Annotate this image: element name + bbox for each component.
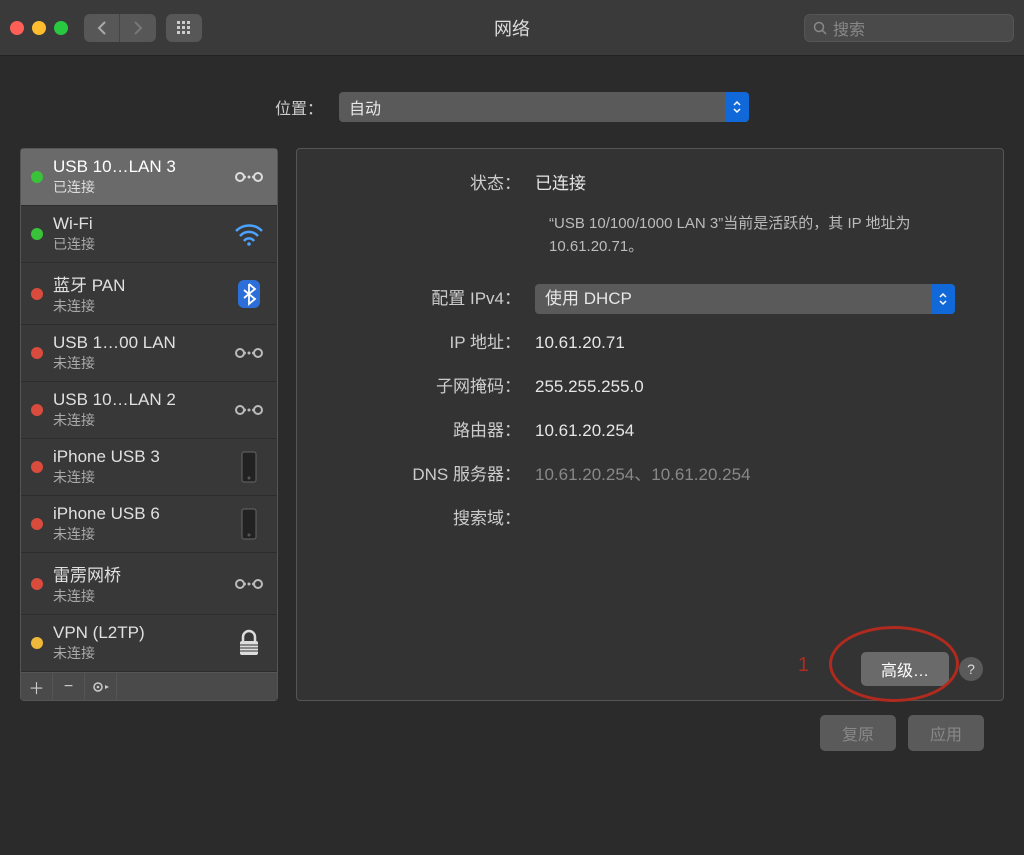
wifi-icon [231, 222, 267, 246]
interface-name: Wi-Fi [53, 214, 221, 234]
gear-icon [92, 681, 110, 693]
search-icon [813, 21, 827, 35]
interface-name: USB 10…LAN 3 [53, 157, 221, 177]
status-dot-icon [31, 578, 43, 590]
fullscreen-window-button[interactable] [54, 21, 68, 35]
bluetooth-icon [231, 278, 267, 310]
interface-name: USB 10…LAN 2 [53, 390, 221, 410]
phone-icon [231, 508, 267, 540]
location-row: 位置： 自动 [20, 92, 1004, 122]
interface-status: 未连接 [53, 524, 221, 544]
interface-item[interactable]: 雷雳网桥 未连接 [21, 553, 277, 615]
interface-item[interactable]: VPN (L2TP) 未连接 [21, 615, 277, 672]
searchdomain-label: 搜索域： [317, 504, 535, 534]
location-label: 位置： [275, 95, 323, 119]
titlebar: 网络 搜索 [0, 0, 1024, 56]
sidebar-toolbar: ＋ − [21, 672, 277, 700]
status-dot-icon [31, 461, 43, 473]
status-dot-icon [31, 347, 43, 359]
ethernet-icon [231, 342, 267, 364]
interface-item[interactable]: USB 10…LAN 2 未连接 [21, 382, 277, 439]
interface-status: 未连接 [53, 410, 221, 430]
window-title: 网络 [494, 15, 530, 41]
interface-status: 已连接 [53, 177, 221, 197]
subnet-value: 255.255.255.0 [535, 372, 983, 402]
ip-label: IP 地址： [317, 328, 535, 358]
status-dot-icon [31, 228, 43, 240]
router-value: 10.61.20.254 [535, 416, 983, 446]
status-dot-icon [31, 288, 43, 300]
interface-status: 未连接 [53, 586, 221, 606]
interface-name: VPN (L2TP) [53, 623, 221, 643]
status-value: 已连接 [535, 169, 983, 199]
interface-item[interactable]: iPhone USB 6 未连接 [21, 496, 277, 553]
back-button[interactable] [84, 14, 120, 42]
remove-interface-button[interactable]: − [53, 673, 85, 700]
interface-name: iPhone USB 6 [53, 504, 221, 524]
actions-menu-button[interactable] [85, 673, 117, 700]
status-description: “USB 10/100/1000 LAN 3”当前是活跃的，其 IP 地址为 1… [549, 213, 983, 258]
status-dot-icon [31, 637, 43, 649]
search-placeholder: 搜索 [833, 16, 865, 40]
minimize-window-button[interactable] [32, 21, 46, 35]
apply-button[interactable]: 应用 [908, 715, 984, 751]
traffic-lights [10, 21, 68, 35]
interface-item[interactable]: USB 10…LAN 3 已连接 [21, 149, 277, 206]
subnet-label: 子网掩码： [317, 372, 535, 402]
bottom-buttons: 复原 应用 [20, 701, 1004, 751]
ethernet-icon [231, 399, 267, 421]
dns-label: DNS 服务器： [317, 460, 535, 490]
interface-item[interactable]: USB 1…00 LAN 未连接 [21, 325, 277, 382]
interface-name: USB 1…00 LAN [53, 333, 221, 353]
help-button[interactable]: ? [959, 657, 983, 681]
location-value: 自动 [349, 95, 381, 119]
dropdown-arrows-icon [931, 284, 955, 314]
configure-label: 配置 IPv4： [317, 284, 535, 314]
status-dot-icon [31, 518, 43, 530]
add-interface-button[interactable]: ＋ [21, 673, 53, 700]
interface-status: 未连接 [53, 643, 221, 663]
nav-back-forward [84, 14, 156, 42]
annotation-number: 1 [798, 654, 809, 677]
router-label: 路由器： [317, 416, 535, 446]
forward-button[interactable] [120, 14, 156, 42]
close-window-button[interactable] [10, 21, 24, 35]
interface-name: 雷雳网桥 [53, 561, 221, 586]
interface-sidebar: USB 10…LAN 3 已连接 Wi-Fi 已连接 [20, 148, 278, 701]
interface-list: USB 10…LAN 3 已连接 Wi-Fi 已连接 [21, 149, 277, 672]
location-dropdown[interactable]: 自动 [339, 92, 749, 122]
status-dot-icon [31, 171, 43, 183]
configure-value: 使用 DHCP [545, 284, 632, 314]
ethernet-icon [231, 166, 267, 188]
interface-status: 未连接 [53, 296, 221, 316]
interface-status: 未连接 [53, 467, 221, 487]
interface-item[interactable]: Wi-Fi 已连接 [21, 206, 277, 263]
dns-value: 10.61.20.254、10.61.20.254 [535, 460, 983, 490]
lock-icon [231, 629, 267, 657]
interface-status: 未连接 [53, 353, 221, 373]
interface-item[interactable]: 蓝牙 PAN 未连接 [21, 263, 277, 325]
revert-button[interactable]: 复原 [820, 715, 896, 751]
status-dot-icon [31, 404, 43, 416]
dropdown-arrows-icon [725, 92, 749, 122]
show-all-button[interactable] [166, 14, 202, 42]
interface-name: iPhone USB 3 [53, 447, 221, 467]
advanced-button[interactable]: 高级… [861, 652, 949, 686]
interface-item[interactable]: iPhone USB 3 未连接 [21, 439, 277, 496]
interface-status: 已连接 [53, 234, 221, 254]
status-label: 状态： [317, 169, 535, 199]
interface-name: 蓝牙 PAN [53, 271, 221, 296]
phone-icon [231, 451, 267, 483]
search-input[interactable]: 搜索 [804, 14, 1014, 42]
details-panel: 状态： 已连接 “USB 10/100/1000 LAN 3”当前是活跃的，其 … [296, 148, 1004, 701]
ip-value: 10.61.20.71 [535, 328, 983, 358]
ethernet-icon [231, 573, 267, 595]
configure-ipv4-dropdown[interactable]: 使用 DHCP [535, 284, 955, 314]
